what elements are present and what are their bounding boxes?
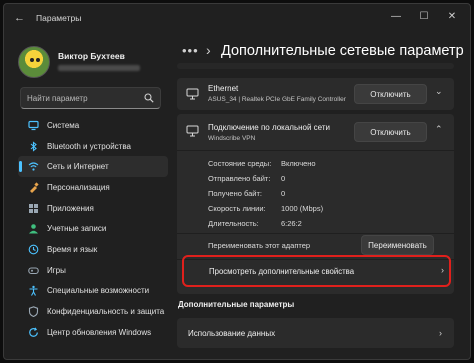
rename-adapter-label: Переименовать этот адаптер xyxy=(208,241,311,250)
view-advanced-properties-label: Просмотреть дополнительные свойства xyxy=(209,267,355,276)
sidebar-item-label: Bluetooth и устройства xyxy=(47,141,131,151)
brush-icon xyxy=(28,182,39,193)
sidebar-item[interactable]: Приложения xyxy=(18,198,168,219)
monitor-network-icon xyxy=(186,125,199,137)
previous-card-edge xyxy=(177,63,454,69)
chevron-down-icon[interactable]: ⌄ xyxy=(435,86,443,97)
globe-clock-icon xyxy=(28,244,39,255)
sidebar-item-label: Центр обновления Windows xyxy=(47,327,152,337)
breadcrumb-more-button[interactable]: ••• xyxy=(182,43,199,58)
data-usage-row[interactable]: Использование данных › xyxy=(177,318,454,348)
gamepad-icon xyxy=(28,265,39,276)
prop-label: Отправлено байт: xyxy=(208,174,271,183)
search-icon xyxy=(144,93,154,103)
prop-value: 6:26:2 xyxy=(281,219,302,228)
sidebar-item-label: Приложения xyxy=(47,203,94,213)
minimize-button[interactable]: — xyxy=(386,10,406,24)
apps-icon xyxy=(28,203,39,214)
search-box[interactable] xyxy=(20,87,161,109)
divider xyxy=(177,150,454,151)
prop-value: Включено xyxy=(281,159,316,168)
user-profile[interactable]: Виктор Бухтеев xyxy=(18,46,168,78)
user-name: Виктор Бухтеев xyxy=(58,51,125,61)
app-title: Параметры xyxy=(36,13,82,23)
maximize-button[interactable]: ☐ xyxy=(414,10,434,24)
breadcrumb-chevron-icon: › xyxy=(206,42,211,58)
close-button[interactable]: ✕ xyxy=(442,10,462,24)
title-bar: ← Параметры — ☐ ✕ xyxy=(4,4,470,32)
ethernet-card[interactable]: Ethernet ASUS_34 | Realtek PCIe GbE Fami… xyxy=(177,78,454,110)
view-advanced-properties-row[interactable]: Просмотреть дополнительные свойства › xyxy=(190,259,447,284)
sidebar-item[interactable]: Время и язык xyxy=(18,239,168,260)
rename-button[interactable]: Переименовать xyxy=(361,235,434,255)
prop-value: 1000 (Mbps) xyxy=(281,204,324,213)
shield-icon xyxy=(28,306,39,318)
sidebar-item[interactable]: Учетные записи xyxy=(18,218,168,239)
prop-value: 0 xyxy=(281,174,286,183)
sidebar-item[interactable]: Сеть и Интернет xyxy=(18,156,168,178)
sidebar-item-label: Учетные записи xyxy=(47,224,107,234)
page-title: Дополнительные сетевые параметр xyxy=(221,43,464,59)
sidebar-nav: Система Bluetooth и устройства Сеть и Инте… xyxy=(18,115,168,343)
prop-label: Скорость линии: xyxy=(208,204,266,213)
sidebar-item[interactable]: Система xyxy=(18,115,168,136)
accessibility-icon xyxy=(28,285,39,297)
prop-label: Получено байт: xyxy=(208,189,263,198)
sidebar-item-label: Время и язык xyxy=(47,244,98,254)
sidebar-item-label: Система xyxy=(47,120,80,130)
sidebar-item[interactable]: Персонализация xyxy=(18,177,168,198)
monitor-icon xyxy=(28,120,39,131)
ethernet-title: Ethernet xyxy=(208,84,239,93)
lan-subtitle: Windscribe VPN xyxy=(208,135,256,142)
update-icon xyxy=(28,327,39,338)
back-arrow-icon[interactable]: ← xyxy=(14,12,25,24)
sidebar-item[interactable]: Конфиденциальность и защита xyxy=(18,301,168,322)
sidebar-item[interactable]: Центр обновления Windows xyxy=(18,322,168,343)
prop-label: Длительность: xyxy=(208,219,259,228)
ethernet-disable-button[interactable]: Отключить xyxy=(354,84,427,104)
prop-label: Состояние среды: xyxy=(208,159,272,168)
sidebar-item[interactable]: Bluetooth и устройства xyxy=(18,136,168,157)
data-usage-label: Использование данных xyxy=(188,329,276,338)
sidebar-item-label: Конфиденциальность и защита xyxy=(47,307,165,317)
sidebar-item[interactable]: Игры xyxy=(18,260,168,281)
user-email-redacted xyxy=(58,65,140,71)
network-icon xyxy=(28,161,39,172)
sidebar-item-label: Персонализация xyxy=(47,182,110,192)
section-header: Дополнительные параметры xyxy=(178,300,295,309)
sidebar-item-label: Специальные возможности xyxy=(47,286,150,296)
avatar xyxy=(18,46,50,78)
monitor-network-icon xyxy=(186,88,199,100)
chevron-right-icon: › xyxy=(439,328,442,338)
account-icon xyxy=(28,223,39,234)
sidebar-item-label: Сеть и Интернет xyxy=(47,162,109,172)
sidebar-item-label: Игры xyxy=(47,265,66,275)
sidebar-item[interactable]: Специальные возможности xyxy=(18,281,168,302)
bluetooth-icon xyxy=(28,140,39,152)
lan-title: Подключение по локальной сети xyxy=(208,123,330,132)
divider xyxy=(177,233,454,234)
chevron-right-icon: › xyxy=(441,265,444,275)
chevron-up-icon[interactable]: ⌃ xyxy=(435,124,443,135)
lan-disable-button[interactable]: Отключить xyxy=(354,122,427,142)
prop-value: 0 xyxy=(281,189,286,198)
search-input[interactable] xyxy=(27,91,142,106)
ethernet-subtitle: ASUS_34 | Realtek PCIe GbE Family Contro… xyxy=(208,96,346,103)
